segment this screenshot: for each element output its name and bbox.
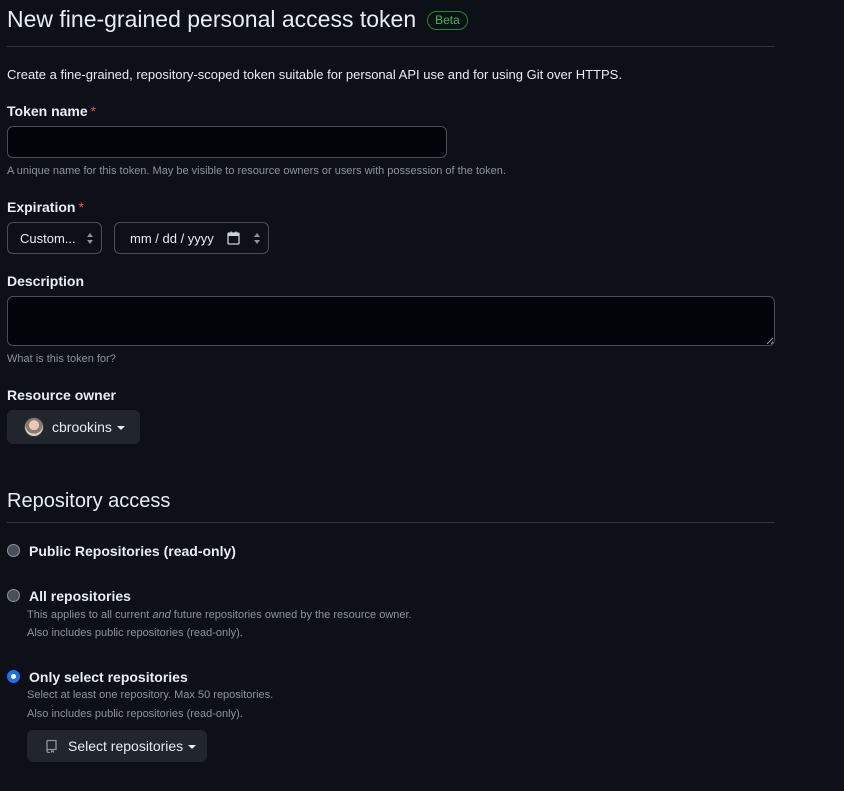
- page-header: New fine-grained personal access token B…: [7, 6, 468, 33]
- resource-owner-dropdown[interactable]: cbrookins: [7, 410, 140, 444]
- radio-only-select-repositories[interactable]: [7, 670, 20, 683]
- expiration-label: Expiration *: [7, 199, 84, 215]
- section-divider: [7, 522, 775, 523]
- intro-text: Create a fine-grained, repository-scoped…: [7, 67, 622, 82]
- repo-icon: [46, 739, 57, 753]
- only-select-repositories-label[interactable]: Only select repositories: [29, 669, 188, 685]
- required-mark: *: [90, 103, 97, 119]
- required-mark: *: [78, 199, 84, 215]
- caret-down-icon: [116, 426, 125, 430]
- all-repositories-note-2: Also includes public repositories (read-…: [27, 627, 243, 639]
- all-repositories-label[interactable]: All repositories: [29, 588, 131, 604]
- only-select-note: Select at least one repository. Max 50 r…: [27, 689, 274, 701]
- select-arrows-icon: [87, 233, 93, 244]
- description-label: Description: [7, 273, 85, 289]
- date-placeholder: mm / dd / yyyy: [130, 230, 214, 246]
- caret-down-icon: [188, 745, 197, 749]
- page-title: New fine-grained personal access token: [7, 6, 417, 32]
- description-hint: What is this token for?: [7, 353, 116, 365]
- token-name-hint: A unique name for this token. May be vis…: [7, 165, 506, 177]
- radio-public-repositories[interactable]: [7, 544, 20, 557]
- header-divider: [7, 46, 775, 47]
- radio-all-repositories[interactable]: [7, 589, 20, 602]
- token-name-input[interactable]: [7, 126, 447, 158]
- public-repositories-label[interactable]: Public Repositories (read-only): [29, 543, 236, 559]
- only-select-note-2: Also includes public repositories (read-…: [27, 708, 243, 720]
- repository-access-title: Repository access: [7, 490, 171, 512]
- select-repositories-button[interactable]: Select repositories: [27, 730, 207, 762]
- description-textarea[interactable]: [7, 296, 775, 346]
- all-repositories-note: This applies to all current and future r…: [27, 609, 412, 621]
- spinner-arrows-icon[interactable]: [253, 232, 261, 245]
- expiration-date-input[interactable]: mm / dd / yyyy: [114, 222, 269, 254]
- expiration-select[interactable]: Custom...: [7, 222, 102, 254]
- resource-owner-label: Resource owner: [7, 387, 116, 403]
- select-repositories-label: Select repositories: [68, 738, 184, 754]
- beta-badge: Beta: [427, 11, 468, 30]
- calendar-icon[interactable]: [227, 231, 240, 245]
- avatar: [24, 417, 44, 437]
- token-name-label: Token name *: [7, 103, 97, 119]
- expiration-select-value: Custom...: [20, 230, 76, 246]
- resource-owner-name: cbrookins: [52, 419, 112, 435]
